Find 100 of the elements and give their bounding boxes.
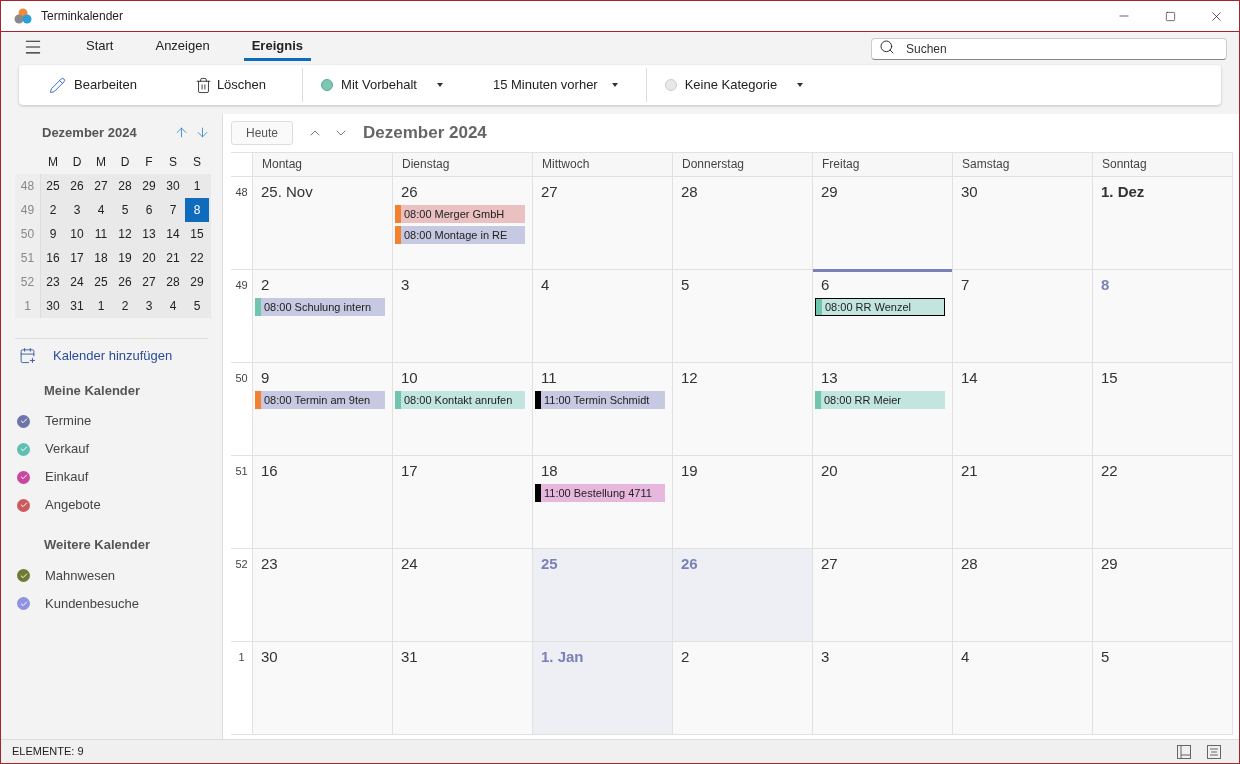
- day-cell[interactable]: 28: [673, 177, 813, 270]
- day-cell[interactable]: 30: [953, 177, 1093, 270]
- mini-calendar-day[interactable]: 10: [65, 221, 89, 246]
- mini-calendar-day[interactable]: 13: [137, 221, 161, 246]
- mini-calendar-day[interactable]: 25: [89, 269, 113, 294]
- event-chip[interactable]: 08:00 RR Wenzel: [815, 298, 945, 316]
- mini-calendar-day[interactable]: 3: [137, 293, 161, 318]
- delete-button[interactable]: Löschen: [190, 75, 271, 95]
- day-cell[interactable]: 4: [533, 270, 673, 363]
- event-chip[interactable]: 08:00 Schulung intern: [255, 298, 385, 316]
- ribbon-tab[interactable]: Ereignis: [243, 33, 311, 61]
- mini-calendar-day[interactable]: 28: [113, 173, 137, 198]
- mini-calendar-day[interactable]: 17: [65, 245, 89, 270]
- day-cell[interactable]: 14: [953, 363, 1093, 456]
- mini-calendar-day[interactable]: 30: [41, 293, 65, 318]
- mini-calendar-day[interactable]: 26: [65, 173, 89, 198]
- day-cell[interactable]: 2 08:00 Schulung intern: [253, 270, 393, 363]
- calendar-list-item[interactable]: Mahnwesen: [17, 561, 222, 590]
- mini-calendar-day[interactable]: 5: [113, 197, 137, 222]
- mini-calendar-day[interactable]: 14: [161, 221, 185, 246]
- event-chip[interactable]: 08:00 RR Meier: [815, 391, 945, 409]
- mini-calendar-day[interactable]: 26: [113, 269, 137, 294]
- layout-icon[interactable]: [1177, 744, 1191, 759]
- day-cell[interactable]: 30: [253, 642, 393, 735]
- event-chip[interactable]: 11:00 Bestellung 4711: [535, 484, 665, 502]
- day-cell[interactable]: 29: [1093, 549, 1233, 642]
- previous-month-button[interactable]: [174, 125, 189, 141]
- day-cell[interactable]: 2: [673, 642, 813, 735]
- mini-calendar-day[interactable]: 25: [41, 173, 65, 198]
- day-cell[interactable]: 31: [393, 642, 533, 735]
- day-cell[interactable]: 19: [673, 456, 813, 549]
- day-cell[interactable]: 29: [813, 177, 953, 270]
- mini-calendar-day[interactable]: 28: [161, 269, 185, 294]
- mini-calendar-day[interactable]: 24: [65, 269, 89, 294]
- day-cell[interactable]: 15: [1093, 363, 1233, 456]
- mini-calendar-day[interactable]: 1: [89, 293, 113, 318]
- mini-calendar-day[interactable]: 22: [185, 245, 209, 270]
- calendar-list-item[interactable]: Termine: [17, 407, 222, 435]
- reminder-dropdown[interactable]: 15 Minuten vorher: [488, 75, 622, 95]
- calendar-list-item[interactable]: Kundenbesuche: [17, 589, 222, 618]
- day-cell[interactable]: 17: [393, 456, 533, 549]
- mini-calendar-day[interactable]: 18: [89, 245, 113, 270]
- event-chip[interactable]: 08:00 Montage in RE: [395, 226, 525, 244]
- category-dropdown[interactable]: Keine Kategorie: [660, 75, 808, 95]
- day-cell[interactable]: 23: [253, 549, 393, 642]
- mini-calendar-day[interactable]: 16: [41, 245, 65, 270]
- status-dropdown[interactable]: Mit Vorbehalt: [317, 75, 447, 95]
- day-cell[interactable]: 5: [673, 270, 813, 363]
- event-chip[interactable]: 11:00 Termin Schmidt: [535, 391, 665, 409]
- day-cell[interactable]: 22: [1093, 456, 1233, 549]
- mini-calendar-day[interactable]: 7: [161, 197, 185, 222]
- mini-calendar-day[interactable]: 23: [41, 269, 65, 294]
- day-cell[interactable]: 20: [813, 456, 953, 549]
- mini-calendar-day[interactable]: 20: [137, 245, 161, 270]
- day-cell[interactable]: 5: [1093, 642, 1233, 735]
- mini-calendar-day[interactable]: 12: [113, 221, 137, 246]
- mini-calendar-day[interactable]: 1: [185, 173, 209, 198]
- mini-calendar-day[interactable]: 9: [41, 221, 65, 246]
- day-cell[interactable]: 26 08:00 Merger GmbH 08:00 Montage in RE: [393, 177, 533, 270]
- day-cell[interactable]: 25. Nov: [253, 177, 393, 270]
- mini-calendar-day[interactable]: 19: [113, 245, 137, 270]
- day-cell[interactable]: 9 08:00 Termin am 9ten: [253, 363, 393, 456]
- day-cell[interactable]: 11 11:00 Termin Schmidt: [533, 363, 673, 456]
- day-cell[interactable]: 27: [813, 549, 953, 642]
- day-cell[interactable]: 10 08:00 Kontakt anrufen: [393, 363, 533, 456]
- mini-calendar-day[interactable]: 2: [41, 197, 65, 222]
- day-cell[interactable]: 4: [953, 642, 1093, 735]
- calendar-list-item[interactable]: Einkauf: [17, 463, 222, 491]
- ribbon-tab[interactable]: Anzeigen: [147, 33, 218, 61]
- search-field[interactable]: Suchen: [871, 38, 1227, 60]
- event-chip[interactable]: 08:00 Merger GmbH: [395, 205, 525, 223]
- mini-calendar-day[interactable]: 3: [65, 197, 89, 222]
- mini-calendar-day[interactable]: 27: [137, 269, 161, 294]
- day-cell[interactable]: 28: [953, 549, 1093, 642]
- day-cell[interactable]: 1. Dez: [1093, 177, 1233, 270]
- day-cell[interactable]: 27: [533, 177, 673, 270]
- mini-calendar-day[interactable]: 21: [161, 245, 185, 270]
- mini-calendar-day[interactable]: 15: [185, 221, 209, 246]
- mini-calendar-day[interactable]: 8: [185, 197, 209, 222]
- day-cell[interactable]: 3: [813, 642, 953, 735]
- day-cell[interactable]: 3: [393, 270, 533, 363]
- day-cell[interactable]: 21: [953, 456, 1093, 549]
- mini-calendar-day[interactable]: 2: [113, 293, 137, 318]
- mini-calendar-day[interactable]: 4: [161, 293, 185, 318]
- next-month-button[interactable]: [195, 125, 210, 141]
- day-cell[interactable]: 18 11:00 Bestellung 4711: [533, 456, 673, 549]
- day-cell[interactable]: 6 08:00 RR Wenzel: [813, 270, 953, 363]
- list-icon[interactable]: [1207, 744, 1221, 759]
- calendar-list-item[interactable]: Verkauf: [17, 435, 222, 463]
- day-cell[interactable]: 16: [253, 456, 393, 549]
- mini-calendar-day[interactable]: 31: [65, 293, 89, 318]
- mini-calendar-day[interactable]: 27: [89, 173, 113, 198]
- mini-calendar-day[interactable]: 11: [89, 221, 113, 246]
- day-cell[interactable]: 13 08:00 RR Meier: [813, 363, 953, 456]
- mini-calendar-day[interactable]: 29: [185, 269, 209, 294]
- calendar-list-item[interactable]: Angebote: [17, 491, 222, 519]
- ribbon-tab[interactable]: Start: [78, 33, 122, 61]
- edit-button[interactable]: Bearbeiten: [45, 75, 141, 95]
- event-chip[interactable]: 08:00 Termin am 9ten: [255, 391, 385, 409]
- event-chip[interactable]: 08:00 Kontakt anrufen: [395, 391, 525, 409]
